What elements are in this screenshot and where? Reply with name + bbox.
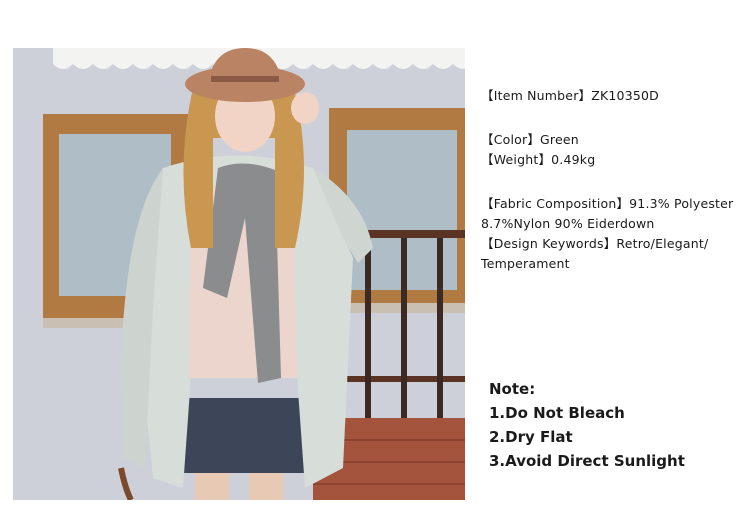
item-number: 【Item Number】ZK10350D: [481, 88, 659, 103]
note-item: 2.Dry Flat: [489, 428, 573, 446]
weight-spec: 【Weight】0.49kg: [481, 152, 596, 167]
design-keywords-line1: 【Design Keywords】Retro/Elegant/: [481, 236, 709, 251]
care-note: Note: 1.Do Not Bleach 2.Dry Flat 3.Avoid…: [489, 377, 739, 473]
note-item: 1.Do Not Bleach: [489, 404, 625, 422]
design-keywords-line2: Temperament: [481, 256, 570, 271]
product-photo: [13, 48, 465, 500]
model-illustration: [13, 48, 465, 500]
fabric-spec-line2: 8.7%Nylon 90% Eiderdown: [481, 216, 655, 231]
fabric-spec-line1: 【Fabric Composition】91.3% Polyester: [481, 196, 734, 211]
color-spec: 【Color】Green: [481, 132, 579, 147]
product-specs: 【Item Number】ZK10350D 【Color】Green 【Weig…: [481, 86, 743, 274]
note-item: 3.Avoid Direct Sunlight: [489, 452, 685, 470]
note-title: Note:: [489, 380, 536, 398]
